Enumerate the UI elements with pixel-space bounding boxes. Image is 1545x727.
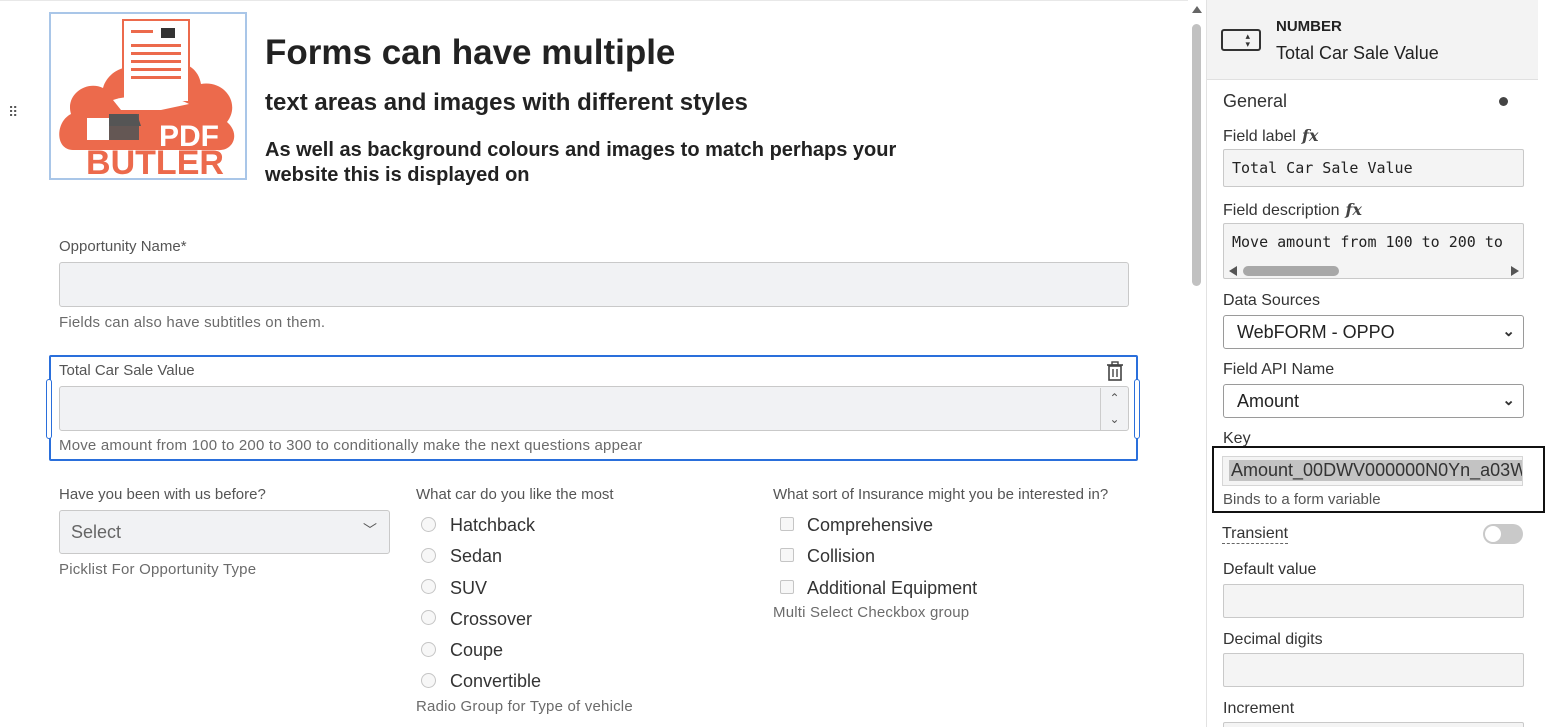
opportunity-name-subtitle: Fields can also have subtitles on them. bbox=[59, 314, 326, 331]
scroll-up-icon[interactable] bbox=[1192, 6, 1202, 13]
picklist-select[interactable]: Select ﹀ bbox=[59, 510, 390, 554]
checkbox-option-label: Additional Equipment bbox=[807, 578, 978, 598]
checkbox-comprehensive[interactable] bbox=[780, 517, 794, 531]
picklist-subtitle: Picklist For Opportunity Type bbox=[59, 561, 257, 578]
opportunity-name-input[interactable] bbox=[59, 262, 1129, 307]
form-headline: Forms can have multiple bbox=[265, 33, 676, 72]
pdf-butler-logo: PDF BUTLER bbox=[49, 12, 247, 182]
key-input[interactable]: Amount_00DWV000000N0Yn_a03W bbox=[1222, 456, 1523, 486]
resize-handle-right[interactable] bbox=[1134, 379, 1140, 439]
field-title: Total Car Sale Value bbox=[1276, 43, 1439, 63]
number-spinner[interactable]: ⌃ ⌄ bbox=[1100, 388, 1128, 430]
radio-option-label: Coupe bbox=[450, 640, 504, 660]
decimal-digits-label: Decimal digits bbox=[1223, 631, 1323, 648]
spinner-down-icon[interactable]: ⌄ bbox=[1101, 409, 1128, 430]
section-general[interactable]: General bbox=[1223, 91, 1287, 112]
increment-input[interactable] bbox=[1223, 722, 1524, 727]
transient-label: Transient bbox=[1222, 525, 1289, 544]
field-description-caption: Field description fx bbox=[1223, 200, 1362, 220]
insurance-subtitle: Multi Select Checkbox group bbox=[773, 604, 970, 621]
resize-handle-left[interactable] bbox=[46, 379, 52, 439]
field-label-text: Field label bbox=[1223, 128, 1296, 145]
radio-hatchback[interactable] bbox=[421, 517, 436, 532]
car-value-label: Total Car Sale Value bbox=[59, 362, 195, 379]
scroll-thumb[interactable] bbox=[1192, 24, 1201, 286]
drag-handle-icon[interactable]: ⠿ bbox=[8, 103, 22, 121]
radio-option-label: SUV bbox=[450, 578, 488, 598]
toggle-knob bbox=[1485, 526, 1501, 542]
checkbox-additional-equipment[interactable] bbox=[780, 580, 794, 594]
radio-suv[interactable] bbox=[421, 579, 436, 594]
form-canvas: ⠿ PDF BUTLER Forms can have multiple tex… bbox=[0, 0, 1188, 727]
radio-crossover[interactable] bbox=[421, 610, 436, 625]
chevron-down-icon: ⌄ bbox=[1502, 392, 1515, 409]
form-subheading: text areas and images with different sty… bbox=[265, 89, 748, 116]
picklist-label: Have you been with us before? bbox=[59, 486, 266, 503]
logo-image: PDF BUTLER bbox=[59, 19, 235, 182]
api-name-select[interactable]: Amount ⌄ bbox=[1223, 384, 1524, 418]
field-description-text: Field description bbox=[1223, 202, 1340, 219]
radio-sedan[interactable] bbox=[421, 548, 436, 563]
default-value-label: Default value bbox=[1223, 561, 1317, 578]
checkbox-option-label: Comprehensive bbox=[807, 515, 934, 535]
chevron-down-icon: ⌄ bbox=[1502, 323, 1515, 340]
status-dot-icon bbox=[1499, 97, 1508, 106]
spinner-up-icon[interactable]: ⌃ bbox=[1101, 388, 1128, 409]
data-sources-select[interactable]: WebFORM - OPPO ⌄ bbox=[1223, 315, 1524, 349]
car-radio-label: What car do you like the most bbox=[416, 486, 614, 503]
radio-option-label: Convertible bbox=[450, 671, 542, 691]
properties-panel: ▴ ▾ NUMBER Total Car Sale Value General F… bbox=[1206, 0, 1545, 727]
radio-coupe[interactable] bbox=[421, 642, 436, 657]
field-label-input[interactable]: Total Car Sale Value bbox=[1223, 149, 1524, 187]
api-name-label: Field API Name bbox=[1223, 361, 1335, 378]
formula-icon[interactable]: fx bbox=[1346, 200, 1362, 219]
field-description-textarea[interactable]: Move amount from 100 to 200 to bbox=[1223, 223, 1524, 279]
car-value-subtitle: Move amount from 100 to 200 to 300 to co… bbox=[59, 437, 643, 454]
canvas-scrollbar[interactable] bbox=[1188, 0, 1205, 727]
car-radio-subtitle: Radio Group for Type of vehicle bbox=[416, 698, 633, 715]
formula-icon[interactable]: fx bbox=[1302, 126, 1318, 145]
api-name-value: Amount bbox=[1237, 391, 1300, 411]
radio-option-label: Hatchback bbox=[450, 515, 536, 535]
insurance-label: What sort of Insurance might you be inte… bbox=[773, 486, 1109, 503]
field-description-value: Move amount from 100 to 200 to bbox=[1232, 233, 1503, 251]
trash-icon[interactable] bbox=[1105, 361, 1125, 381]
car-value-input[interactable] bbox=[59, 386, 1129, 431]
form-body-text: As well as background colours and images… bbox=[265, 139, 897, 186]
logo-text-bottom: BUTLER bbox=[86, 144, 224, 178]
increment-label: Increment bbox=[1223, 700, 1295, 717]
data-sources-label: Data Sources bbox=[1223, 292, 1320, 309]
horizontal-scrollbar[interactable] bbox=[1229, 264, 1519, 276]
decimal-digits-input[interactable] bbox=[1223, 653, 1524, 687]
data-sources-value: WebFORM - OPPO bbox=[1237, 322, 1395, 342]
default-value-input[interactable] bbox=[1223, 584, 1524, 618]
field-label-value: Total Car Sale Value bbox=[1232, 159, 1413, 177]
chevron-down-icon: ﹀ bbox=[363, 522, 377, 538]
picklist-selected-value: Select bbox=[71, 522, 122, 542]
number-field-icon: ▴ ▾ bbox=[1221, 29, 1261, 51]
radio-option-label: Sedan bbox=[450, 546, 503, 566]
radio-convertible[interactable] bbox=[421, 673, 436, 688]
opportunity-name-label: Opportunity Name* bbox=[59, 238, 187, 255]
checkbox-collision[interactable] bbox=[780, 548, 794, 562]
field-type: NUMBER bbox=[1276, 18, 1342, 35]
transient-toggle[interactable] bbox=[1483, 524, 1523, 544]
checkbox-option-label: Collision bbox=[807, 546, 876, 566]
key-value: Amount_00DWV000000N0Yn_a03W bbox=[1229, 460, 1522, 481]
panel-header: ▴ ▾ NUMBER Total Car Sale Value bbox=[1207, 0, 1538, 80]
radio-option-label: Crossover bbox=[450, 609, 533, 629]
field-label-caption: Field label fx bbox=[1223, 126, 1318, 146]
